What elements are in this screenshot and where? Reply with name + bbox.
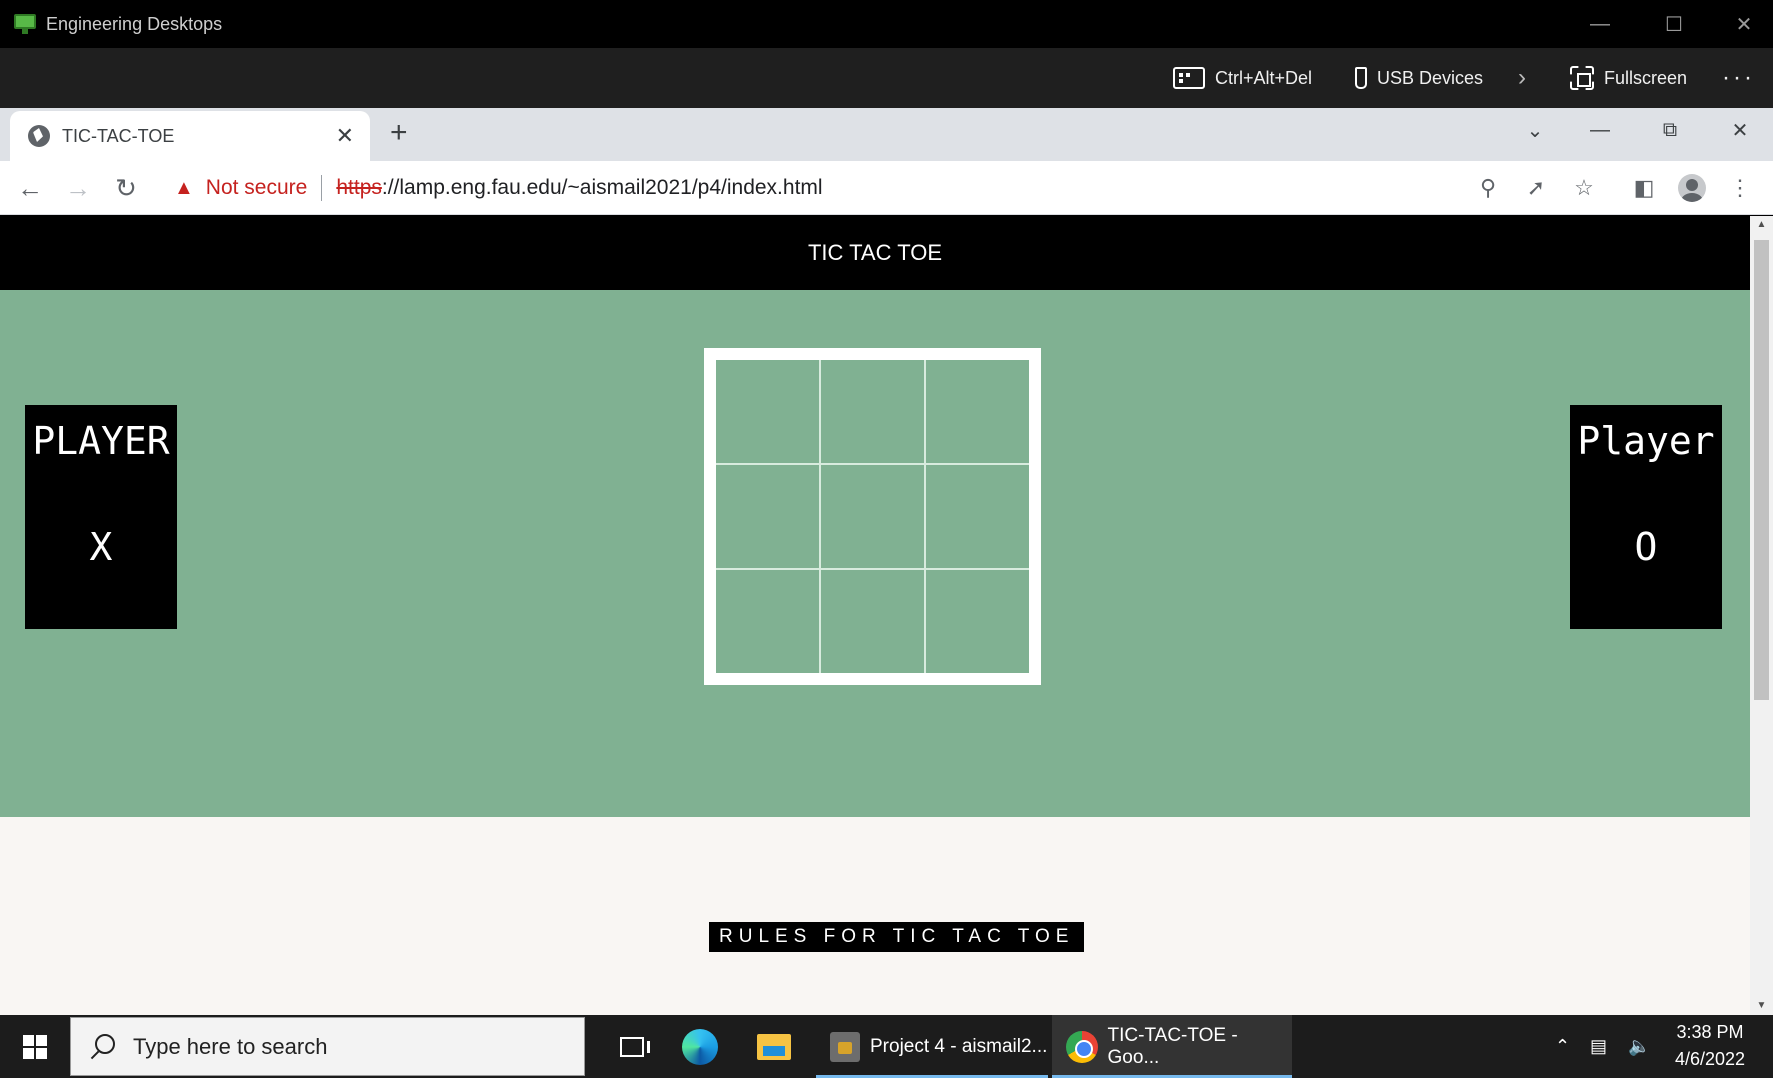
security-label[interactable]: Not secure — [206, 176, 308, 200]
usb-devices-label: USB Devices — [1377, 67, 1484, 88]
folder-icon — [757, 1033, 791, 1060]
board-cell[interactable] — [821, 465, 924, 568]
new-tab-icon[interactable]: + — [390, 118, 408, 148]
windows-icon — [23, 1034, 47, 1059]
reload-icon[interactable]: ↻ — [104, 161, 148, 215]
globe-icon — [28, 125, 50, 147]
start-button[interactable] — [0, 1015, 70, 1078]
profile-avatar[interactable] — [1670, 161, 1714, 215]
page-header: TIC TAC TOE — [0, 216, 1750, 290]
board-cell[interactable] — [926, 570, 1029, 673]
board-cell[interactable] — [926, 360, 1029, 463]
address-bar[interactable]: ▲ Not secure https://lamp.eng.fau.edu/~a… — [162, 167, 1502, 209]
remote-desktop-title: Engineering Desktops — [46, 13, 223, 34]
screen: Engineering Desktops — ☐ ✕ Ctrl+Alt+Del … — [0, 0, 1773, 1078]
browser-restore-icon[interactable]: ⧉ — [1640, 108, 1700, 152]
ctrl-alt-del-label: Ctrl+Alt+Del — [1215, 67, 1313, 88]
task-view-icon — [620, 1036, 650, 1057]
taskbar-search[interactable]: Type here to search — [70, 1017, 585, 1076]
taskbar-clock[interactable]: 3:38 PM 4/6/2022 — [1660, 1019, 1760, 1073]
warning-icon: ▲ — [174, 176, 194, 199]
taskbar-app-label: Project 4 - aismail2... — [870, 1035, 1048, 1057]
remote-desktop-app-icon — [14, 14, 36, 34]
chevron-right-icon[interactable]: › — [1518, 48, 1526, 108]
board-cell[interactable] — [716, 360, 819, 463]
game-area: PLAYER X Player O — [0, 290, 1750, 817]
taskbar-app-chrome[interactable]: TIC-TAC-TOE - Goo... — [1052, 1015, 1292, 1078]
usb-devices-button[interactable]: USB Devices — [1355, 48, 1483, 108]
remote-desktop-toolbar: Ctrl+Alt+Del USB Devices › Fullscreen ··… — [0, 48, 1773, 108]
taskbar-app-label: TIC-TAC-TOE - Goo... — [1107, 1024, 1238, 1068]
taskbar: Type here to search Project 4 - aismail2… — [0, 1015, 1773, 1078]
board-cell[interactable] — [821, 570, 924, 673]
board-cell[interactable] — [821, 360, 924, 463]
usb-icon — [1355, 67, 1367, 89]
minimize-icon[interactable]: — — [1566, 0, 1634, 48]
tab-close-icon[interactable]: ✕ — [336, 123, 354, 149]
url-text: ://lamp.eng.fau.edu/~aismail2021/p4/inde… — [381, 176, 823, 199]
page-scrollbar[interactable]: ▲ ▼ — [1750, 216, 1773, 1015]
edge-icon — [682, 1028, 718, 1065]
menu-icon[interactable]: ⋮ — [1718, 161, 1762, 215]
browser-close-icon[interactable]: ✕ — [1710, 108, 1770, 152]
remote-desktop-titlebar: Engineering Desktops — ☐ ✕ — [0, 0, 1773, 48]
close-icon[interactable]: ✕ — [1710, 0, 1773, 48]
browser-toolbar: ← → ↻ ▲ Not secure https://lamp.eng.fau.… — [0, 161, 1773, 215]
page-title: TIC TAC TOE — [807, 240, 943, 265]
side-panel-icon[interactable]: ◧ — [1622, 161, 1666, 215]
remote-app-icon — [830, 1031, 860, 1062]
chrome-icon — [1066, 1030, 1098, 1063]
fullscreen-label: Fullscreen — [1604, 67, 1688, 88]
rules-button[interactable]: RULES FOR TIC TAC TOE — [709, 922, 1085, 952]
edge-button[interactable] — [672, 1015, 728, 1078]
scroll-up-icon[interactable]: ▲ — [1750, 216, 1773, 234]
board-grid — [716, 360, 1029, 673]
task-view-button[interactable] — [604, 1015, 660, 1078]
tray-chevron-icon[interactable]: ⌃ — [1555, 1015, 1570, 1078]
page-viewport: TIC TAC TOE PLAYER X Player O RULES FOR … — [0, 216, 1750, 1015]
player-x-label: PLAYER — [32, 419, 170, 463]
ctrl-alt-del-button[interactable]: Ctrl+Alt+Del — [1173, 48, 1312, 108]
player-o-card: Player O — [1570, 405, 1722, 629]
browser-minimize-icon[interactable]: — — [1570, 108, 1630, 152]
keyboard-icon — [1173, 67, 1205, 89]
board-cell[interactable] — [716, 465, 819, 568]
tab-search-icon[interactable]: ⌄ — [1505, 108, 1565, 152]
clock-time: 3:38 PM — [1676, 1022, 1744, 1042]
file-explorer-button[interactable] — [746, 1015, 802, 1078]
game-board — [704, 348, 1041, 685]
more-options-icon[interactable]: ··· — [1722, 48, 1755, 108]
scroll-down-icon[interactable]: ▼ — [1750, 997, 1773, 1015]
board-cell[interactable] — [716, 570, 819, 673]
player-x-card: PLAYER X — [25, 405, 177, 629]
search-icon — [89, 1033, 115, 1060]
tab-title: TIC-TAC-TOE — [62, 125, 175, 146]
bookmark-star-icon[interactable]: ☆ — [1562, 161, 1606, 215]
scrollbar-thumb[interactable] — [1754, 240, 1769, 700]
player-o-label: Player — [1577, 419, 1715, 463]
search-placeholder: Type here to search — [133, 1033, 328, 1059]
taskbar-app-project4[interactable]: Project 4 - aismail2... — [816, 1015, 1048, 1078]
network-icon[interactable]: ▤ — [1590, 1015, 1607, 1078]
clock-date: 4/6/2022 — [1674, 1049, 1746, 1069]
fullscreen-button[interactable]: Fullscreen — [1570, 48, 1687, 108]
board-cell[interactable] — [926, 465, 1029, 568]
back-icon[interactable]: ← — [8, 161, 52, 215]
fullscreen-icon — [1570, 66, 1594, 90]
zoom-icon[interactable]: ⚲ — [1466, 161, 1510, 215]
player-x-symbol: X — [89, 525, 113, 569]
volume-icon[interactable]: 🔈 — [1628, 1015, 1650, 1078]
forward-icon[interactable]: → — [56, 161, 100, 215]
url-scheme: https — [336, 176, 382, 199]
player-o-symbol: O — [1634, 525, 1658, 569]
browser-tab[interactable]: TIC-TAC-TOE ✕ — [10, 111, 370, 161]
share-icon[interactable]: ➚ — [1514, 161, 1558, 215]
maximize-icon[interactable]: ☐ — [1640, 0, 1708, 48]
